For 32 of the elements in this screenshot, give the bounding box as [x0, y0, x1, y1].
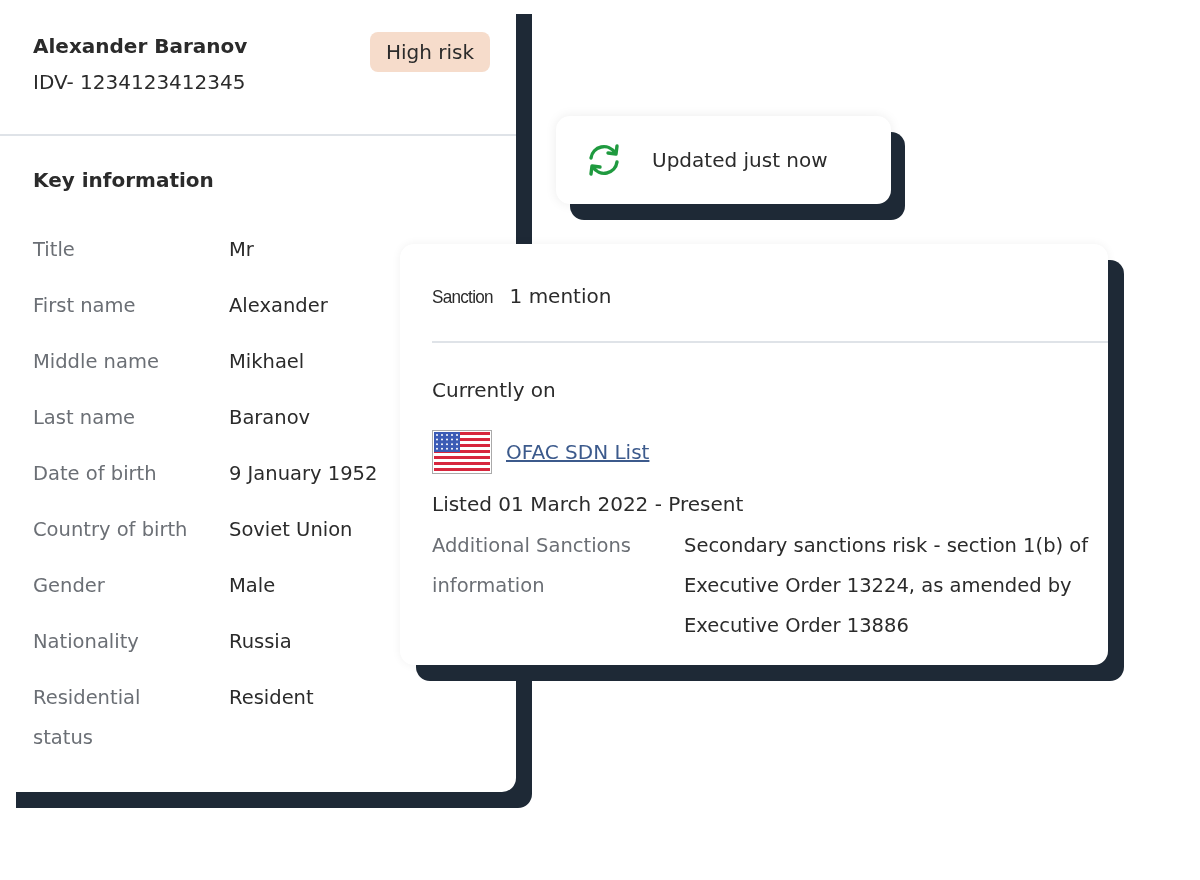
- person-id: IDV- 1234123412345: [33, 69, 247, 96]
- field-value: Mikhael: [229, 349, 305, 375]
- field-label: Last name: [33, 405, 137, 431]
- currently-on-label: Currently on: [432, 377, 557, 404]
- field-label: Country of birth: [33, 517, 189, 543]
- field-label: Date of birth: [33, 461, 158, 487]
- update-status-text: Updated just now: [652, 148, 828, 172]
- field-label: Residential status: [33, 685, 142, 751]
- field-value: Russia: [229, 629, 292, 655]
- field-label: Title: [33, 237, 76, 263]
- mention-count: 1 mention: [509, 284, 612, 308]
- listed-dates: Listed 01 March 2022 - Present: [432, 491, 745, 518]
- additional-info-value: Secondary sanctions risk - section 1(b) of Executive Order 13224, as amended by Executive Order 13886: [684, 533, 1089, 639]
- additional-info-label: Additional Sanctions information: [432, 533, 632, 599]
- field-value: Soviet Union: [229, 517, 353, 543]
- risk-badge: High risk: [369, 32, 490, 72]
- field-value: Mr: [229, 237, 254, 263]
- field-value: Male: [229, 573, 276, 599]
- sanction-category: Sanction: [432, 286, 493, 308]
- field-value: Baranov: [229, 405, 311, 431]
- field-label: Middle name: [33, 349, 160, 375]
- person-name: Alexander Baranov: [33, 33, 248, 60]
- field-label: Nationality: [33, 629, 140, 655]
- list-link[interactable]: OFAC SDN List: [506, 440, 650, 464]
- refresh-icon: [586, 142, 622, 178]
- field-label: First name: [33, 293, 137, 319]
- field-value: Alexander: [229, 293, 328, 319]
- section-title: Key information: [33, 167, 215, 194]
- flag-icon: [432, 430, 492, 474]
- field-value: 9 January 1952: [229, 461, 378, 487]
- field-value: Resident: [229, 685, 314, 711]
- field-label: Gender: [33, 573, 106, 599]
